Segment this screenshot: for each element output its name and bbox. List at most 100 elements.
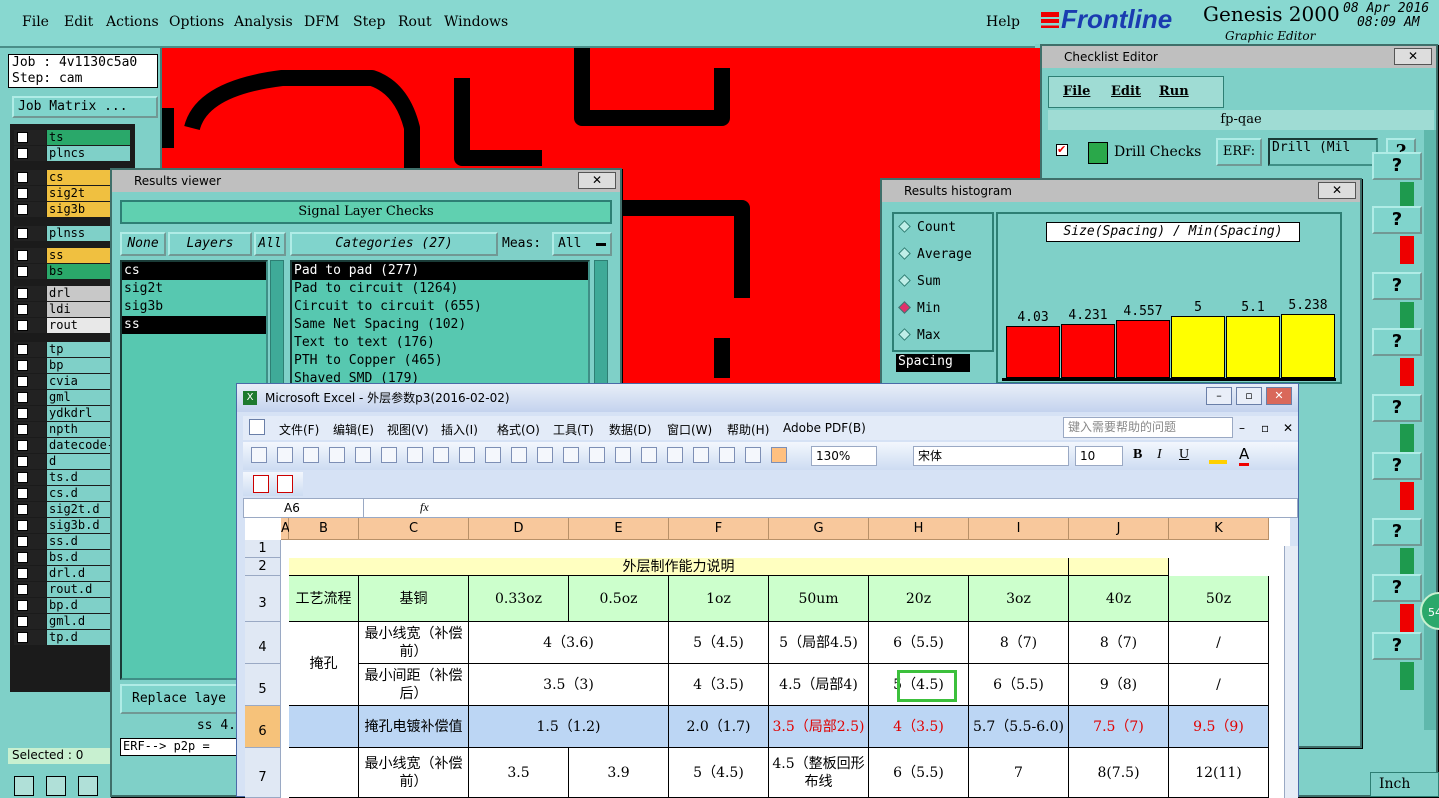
email-icon[interactable]	[355, 447, 371, 463]
layer-checkbox[interactable]	[17, 568, 28, 579]
layer-toggle[interactable]	[14, 614, 46, 629]
hyperlink-icon[interactable]	[641, 447, 657, 463]
pdf-icon[interactable]	[253, 475, 269, 493]
layer-checkbox[interactable]	[17, 600, 28, 611]
layer-toggle[interactable]	[14, 502, 46, 517]
layer-checkbox[interactable]	[17, 456, 28, 467]
layer-toggle[interactable]	[14, 202, 46, 217]
column-header-B[interactable]: B	[289, 518, 359, 540]
menu-help[interactable]: Help	[986, 14, 1020, 30]
layer-toggle[interactable]	[14, 318, 46, 333]
checklist-menu-file[interactable]: File	[1063, 84, 1090, 99]
layers-button[interactable]: Layers	[168, 232, 252, 256]
menu-step[interactable]: Step	[353, 14, 385, 30]
check-help-button[interactable]: ?	[1372, 328, 1422, 356]
table-cell[interactable]: 7	[969, 748, 1069, 798]
layer-checkbox[interactable]	[17, 172, 28, 183]
cut-icon[interactable]	[485, 447, 501, 463]
table-cell[interactable]: 4（3.5)	[669, 664, 769, 706]
layer-toggle[interactable]	[14, 302, 46, 317]
layer-toggle[interactable]	[14, 248, 46, 263]
layer-checkbox[interactable]	[17, 552, 28, 563]
chart-wizard-icon[interactable]	[745, 447, 761, 463]
table-cell[interactable]: 3oz	[969, 576, 1069, 622]
close-icon[interactable]: ✕	[578, 172, 616, 189]
all-layers-button[interactable]: All	[254, 232, 286, 256]
save-icon[interactable]	[303, 447, 319, 463]
print-icon[interactable]	[381, 447, 397, 463]
layer-checkbox[interactable]	[17, 376, 28, 387]
check-help-button[interactable]: ?	[1372, 632, 1422, 660]
category-item[interactable]: Pad to circuit (1264)	[292, 280, 588, 298]
help-search-input[interactable]: 键入需要帮助的问题	[1063, 417, 1233, 438]
bold-icon[interactable]: B	[1133, 447, 1142, 463]
table-cell[interactable]: 最小线宽（补偿前）	[359, 622, 469, 664]
minimize-icon[interactable]: –	[1206, 387, 1232, 405]
permission-icon[interactable]	[329, 447, 345, 463]
table-cell[interactable]: 工艺流程	[289, 576, 359, 622]
menu-file[interactable]: File	[22, 14, 49, 30]
zoom-select[interactable]: 130%	[811, 446, 877, 466]
row-header-3[interactable]: 3	[245, 576, 281, 622]
layer-checkbox[interactable]	[17, 392, 28, 403]
layer-toggle[interactable]	[14, 566, 46, 581]
check-help-button[interactable]: ?	[1372, 394, 1422, 422]
layer-row-ts[interactable]: ts	[14, 130, 130, 145]
print-preview-icon[interactable]	[407, 447, 423, 463]
zoom-icon[interactable]	[14, 776, 34, 796]
paste-icon[interactable]	[537, 447, 553, 463]
layer-toggle[interactable]	[14, 406, 46, 421]
excel-menu-tools[interactable]: 工具(T)	[553, 421, 594, 438]
table-cell[interactable]: 6（5.5)	[969, 664, 1069, 706]
table-cell[interactable]	[289, 748, 359, 798]
result-layer-item[interactable]: sig3b	[122, 298, 266, 316]
layer-toggle[interactable]	[14, 582, 46, 597]
open-icon[interactable]	[277, 447, 293, 463]
layer-toggle[interactable]	[14, 550, 46, 565]
layer-toggle[interactable]	[14, 374, 46, 389]
check-help-button[interactable]: ?	[1372, 574, 1422, 602]
sort-desc-icon[interactable]	[719, 447, 735, 463]
doc-minimize-icon[interactable]: –	[1239, 421, 1245, 435]
histogram-bar[interactable]	[1061, 324, 1115, 378]
table-cell[interactable]: 6（5.5)	[869, 748, 969, 798]
layer-toggle[interactable]	[14, 598, 46, 613]
layer-checkbox[interactable]	[17, 188, 28, 199]
table-cell[interactable]: 3.5（局部2.5)	[769, 706, 869, 748]
layer-checkbox[interactable]	[17, 632, 28, 643]
table-cell[interactable]: 5（4.5)	[869, 664, 969, 706]
close-icon[interactable]: ✕	[1266, 387, 1292, 405]
table-cell[interactable]	[289, 706, 359, 748]
checklist-scrollbar[interactable]	[1424, 130, 1436, 730]
table-cell[interactable]: 0.33oz	[469, 576, 569, 622]
layer-checkbox[interactable]	[17, 288, 28, 299]
table-cell[interactable]: 4（3.6)	[469, 622, 669, 664]
layer-toggle[interactable]	[14, 146, 46, 161]
meas-select[interactable]: All	[552, 232, 612, 256]
check-enabled-checkbox[interactable]: ✔	[1056, 144, 1068, 156]
layer-toggle[interactable]	[14, 438, 46, 453]
name-box[interactable]: A6	[244, 499, 364, 517]
table-cell[interactable]: 20z	[869, 576, 969, 622]
layer-toggle[interactable]	[14, 486, 46, 501]
measure-icon[interactable]	[46, 776, 66, 796]
spelling-icon[interactable]	[433, 447, 449, 463]
underline-icon[interactable]: U	[1179, 447, 1189, 463]
document-icon[interactable]	[249, 419, 265, 435]
result-layer-item[interactable]: cs	[122, 262, 266, 280]
none-button[interactable]: None	[120, 232, 166, 256]
column-header-E[interactable]: E	[569, 518, 669, 540]
table-cell[interactable]: 3.9	[569, 748, 669, 798]
italic-icon[interactable]: I	[1157, 447, 1162, 463]
layer-checkbox[interactable]	[17, 424, 28, 435]
check-help-button[interactable]: ?	[1372, 452, 1422, 480]
table-cell[interactable]: 5（局部4.5)	[769, 622, 869, 664]
excel-menu-edit[interactable]: 编辑(E)	[333, 421, 374, 438]
row-header-1[interactable]: 1	[245, 540, 281, 558]
histogram-bar[interactable]	[1226, 316, 1280, 378]
layer-toggle[interactable]	[14, 470, 46, 485]
fx-icon[interactable]: fx	[420, 500, 429, 515]
layer-toggle[interactable]	[14, 518, 46, 533]
table-cell[interactable]: 3.5	[469, 748, 569, 798]
table-cell[interactable]: 2.0（1.7)	[669, 706, 769, 748]
